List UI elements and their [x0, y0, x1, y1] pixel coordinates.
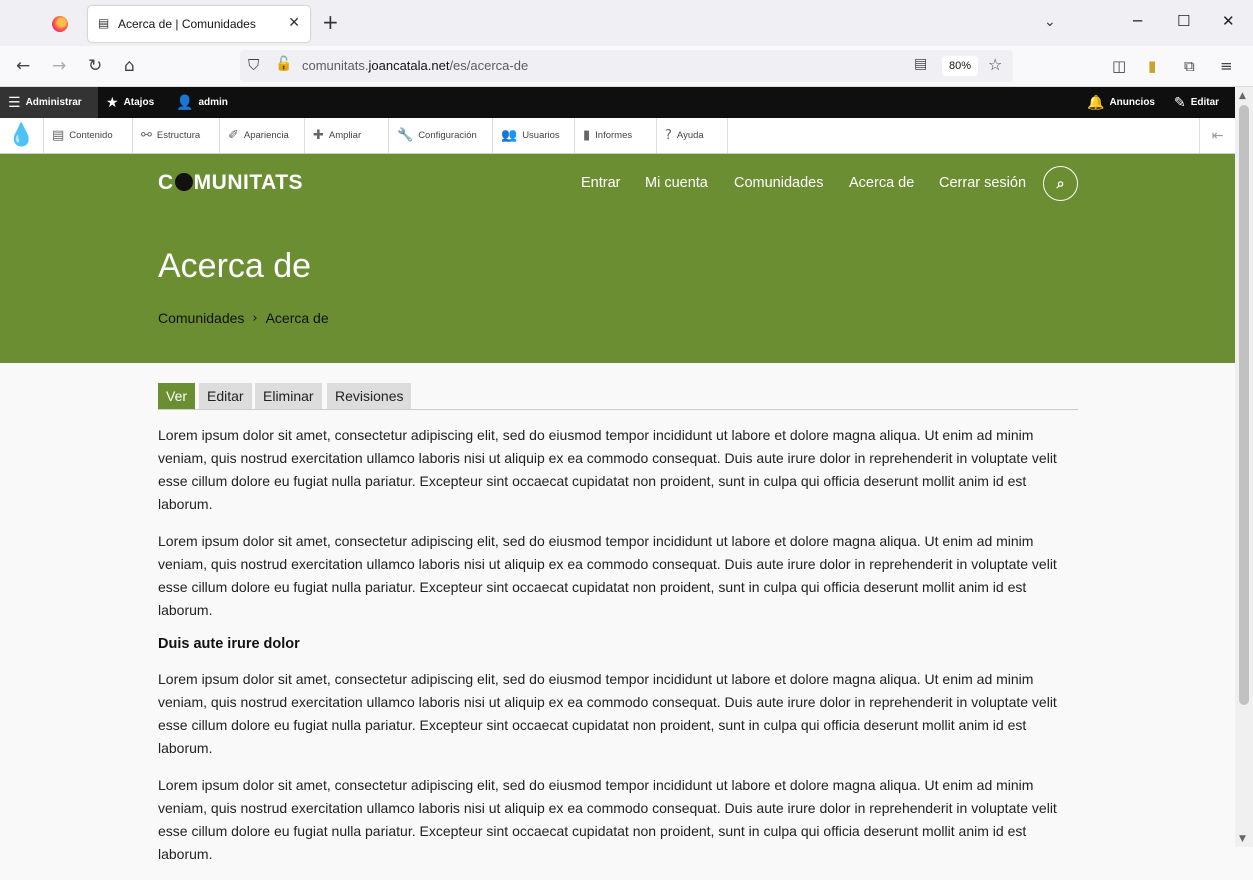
new-tab-icon[interactable]: + [322, 12, 339, 32]
wrench-icon: 🔧 [397, 128, 414, 143]
page-content: Lorem ipsum dolor sit amet, consectetur … [158, 424, 1078, 880]
section-heading: Duis aute irure dolor [158, 636, 300, 652]
reader-view-icon[interactable]: ▤ [914, 56, 927, 72]
tray-item-ayuda[interactable]: ? Ayuda [657, 118, 728, 153]
breadcrumb-current: Acerca de [265, 310, 329, 326]
bar-chart-icon: ▮ [583, 128, 591, 143]
site-header: C MUNITATS Entrar Mi cuenta Comunidades A… [0, 154, 1235, 363]
tab-revisiones[interactable]: Revisiones [327, 383, 412, 409]
minimize-icon[interactable]: ─ [1133, 12, 1142, 30]
tab-editar[interactable]: Editar [199, 383, 252, 409]
search-icon[interactable]: ⌕ [1043, 166, 1078, 201]
paragraph: Lorem ipsum dolor sit amet, consectetur … [158, 671, 1057, 756]
url-text[interactable]: comunitats.joancatala.net/es/acerca-de [302, 58, 528, 73]
close-window-icon[interactable]: ✕ [1222, 12, 1235, 30]
browser-tab[interactable]: ▤ Acerca de | Comunidades ✕ [88, 6, 310, 42]
tray-item-estructura[interactable]: ⚯ Estructura [133, 118, 220, 153]
users-icon: 👥 [501, 128, 518, 143]
paragraph: Lorem ipsum dolor sit amet, consectetur … [158, 777, 1057, 862]
sitemap-icon: ⚯ [141, 128, 152, 143]
drupal-drop-icon[interactable]: 💧 [0, 118, 44, 153]
pocket-icon[interactable]: ◫ [1112, 56, 1126, 76]
tray-item-usuarios[interactable]: 👥 Usuarios [493, 118, 575, 153]
puzzle-icon: ✚ [313, 128, 324, 143]
site-logo[interactable]: C MUNITATS [158, 171, 303, 195]
paintbrush-icon: ✐ [228, 128, 239, 143]
admin-toolbar: ☰ Administrar ★ Atajos 👤 admin 🔔 Anuncio… [0, 87, 1235, 118]
browser-navbar: ← → ↻ ⌂ ⛉ 🔓 comunitats.joancatala.net/es… [0, 46, 1253, 87]
nav-entrar[interactable]: Entrar [581, 175, 621, 191]
back-icon[interactable]: ← [16, 56, 30, 76]
pencil-icon: ✎ [1174, 94, 1186, 111]
hamburger-icon: ☰ [8, 94, 21, 111]
menu-icon[interactable]: ≡ [1220, 56, 1233, 76]
reload-icon[interactable]: ↻ [88, 56, 102, 76]
document-icon: ▤ [52, 128, 65, 143]
nav-cerrar-sesion[interactable]: Cerrar sesión [939, 175, 1026, 191]
tab-title: Acerca de | Comunidades [118, 17, 256, 31]
firefox-icon[interactable] [52, 16, 68, 32]
extensions-puzzle-icon[interactable]: ⧉ [1184, 56, 1195, 76]
toolbar-user[interactable]: 👤 admin [176, 87, 228, 118]
paragraph: Lorem ipsum dolor sit amet, consectetur … [158, 533, 1057, 618]
zoom-level[interactable]: 80% [942, 56, 978, 76]
toolbar-anuncios[interactable]: 🔔 Anuncios [1087, 87, 1155, 118]
toolbar-editar[interactable]: ✎ Editar [1174, 87, 1219, 118]
shield-icon[interactable]: ⛉ [248, 56, 259, 74]
bookmark-star-icon[interactable]: ☆ [988, 55, 1002, 74]
toolbar-administrar[interactable]: ☰ Administrar [0, 87, 98, 118]
close-tab-icon[interactable]: ✕ [288, 15, 300, 31]
bell-icon: 🔔 [1087, 94, 1105, 111]
tray-item-contenido[interactable]: ▤ Contenido [44, 118, 133, 153]
scrollbar-thumb[interactable] [1239, 105, 1249, 705]
url-bar[interactable]: ⛉ 🔓 comunitats.joancatala.net/es/acerca-… [240, 50, 1013, 82]
forward-icon[interactable]: → [52, 56, 66, 76]
browser-tabbar: ▤ Acerca de | Comunidades ✕ + ⌄ ─ ☐ ✕ [0, 0, 1253, 46]
logo-o-icon [174, 173, 193, 191]
tab-eliminar[interactable]: Eliminar [255, 383, 322, 409]
nav-acerca-de[interactable]: Acerca de [849, 175, 914, 191]
scroll-up-icon[interactable]: ▲ [1239, 91, 1246, 101]
paragraph: Lorem ipsum dolor sit amet, consectetur … [158, 427, 1057, 512]
breadcrumb: Comunidades › Acerca de [158, 310, 329, 326]
chevron-down-icon[interactable]: ⌄ [1044, 14, 1056, 30]
extension-icon[interactable]: ▮ [1148, 56, 1156, 76]
tray-item-ampliar[interactable]: ✚ Ampliar [305, 118, 389, 153]
home-icon[interactable]: ⌂ [124, 56, 135, 76]
nav-mi-cuenta[interactable]: Mi cuenta [645, 175, 708, 191]
help-icon: ? [665, 128, 672, 143]
star-icon: ★ [106, 94, 119, 111]
toolbar-atajos[interactable]: ★ Atajos [106, 87, 154, 118]
tray-item-configuracion[interactable]: 🔧 Configuración [389, 118, 493, 153]
tray-item-apariencia[interactable]: ✐ Apariencia [220, 118, 305, 153]
page-scrollbar[interactable]: ▲ ▼ [1235, 87, 1253, 847]
scroll-down-icon[interactable]: ▼ [1239, 834, 1246, 844]
tray-item-informes[interactable]: ▮ Informes [575, 118, 657, 153]
insecure-lock-icon[interactable]: 🔓 [275, 56, 292, 72]
user-icon: 👤 [176, 94, 194, 111]
local-tasks: Ver Editar Eliminar Revisiones [158, 383, 1078, 410]
collapse-tray-icon[interactable]: ⇤ [1199, 118, 1235, 153]
page-title: Acerca de [158, 247, 312, 285]
tab-ver[interactable]: Ver [158, 383, 196, 409]
breadcrumb-comunidades[interactable]: Comunidades [158, 310, 244, 326]
admin-toolbar-tray: 💧 ▤ Contenido ⚯ Estructura ✐ Apariencia … [0, 118, 1235, 154]
maximize-icon[interactable]: ☐ [1177, 12, 1190, 30]
chevron-right-icon: › [252, 310, 258, 326]
nav-comunidades[interactable]: Comunidades [734, 175, 823, 191]
drupal-favicon-icon: ▤ [98, 16, 110, 30]
